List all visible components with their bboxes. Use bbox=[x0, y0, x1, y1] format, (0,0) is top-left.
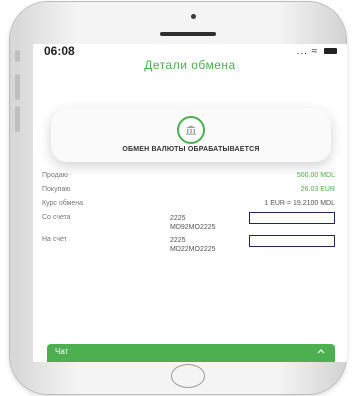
redaction-box bbox=[249, 212, 335, 224]
chat-label: Чат bbox=[55, 347, 69, 356]
buy-label: Покупаю bbox=[42, 186, 71, 193]
earpiece-speaker bbox=[160, 32, 216, 36]
detail-row-to-account: На счет 2225 MD22MO2225 bbox=[42, 235, 335, 256]
mute-switch bbox=[15, 50, 20, 62]
bank-icon bbox=[186, 125, 196, 135]
chat-bar[interactable]: Чат bbox=[47, 344, 335, 362]
status-time: 06:08 bbox=[44, 44, 75, 58]
status-card: ОБМЕН ВАЛЮТЫ ОБРАБАТЫВАЕТСЯ bbox=[51, 108, 331, 162]
sell-label: Продаю bbox=[42, 172, 68, 179]
signal-icon: ... bbox=[296, 46, 308, 57]
rate-label: Курс обмена bbox=[42, 200, 84, 207]
detail-row-from-account: Со счета 2225 MD92MO2225 bbox=[42, 212, 335, 234]
detail-row-rate: Курс обмена 1 EUR = 19.2100 MDL bbox=[42, 200, 335, 210]
redaction-box bbox=[249, 235, 335, 247]
rate-value: 1 EUR = 19.2100 MDL bbox=[264, 200, 335, 207]
page-title: Детали обмена bbox=[144, 58, 236, 72]
battery-icon bbox=[324, 48, 337, 55]
app-screen: 06:08 ... ≈ Детали обмена ОБМЕН ВАЛЮТЫ О… bbox=[33, 44, 347, 362]
status-label: ОБМЕН ВАЛЮТЫ ОБРАБАТЫВАЕТСЯ bbox=[122, 146, 260, 153]
from-account-line2: MD92MO2225 bbox=[170, 224, 216, 231]
buy-value: 26.03 EUR bbox=[300, 186, 335, 193]
wifi-icon: ≈ bbox=[311, 46, 319, 57]
volume-down-button bbox=[15, 106, 20, 132]
home-button[interactable] bbox=[171, 364, 205, 388]
from-account-label: Со счета bbox=[42, 214, 71, 221]
detail-row-buy: Покупаю 26.03 EUR bbox=[42, 186, 335, 196]
phone-frame: 06:08 ... ≈ Детали обмена ОБМЕН ВАЛЮТЫ О… bbox=[10, 2, 347, 394]
detail-row-sell: Продаю 500.00 MDL bbox=[42, 172, 335, 182]
processing-status-icon bbox=[177, 116, 205, 144]
volume-up-button bbox=[15, 74, 20, 100]
front-camera bbox=[191, 14, 196, 19]
chevron-up-icon[interactable] bbox=[317, 349, 325, 354]
sell-value: 500.00 MDL bbox=[296, 172, 335, 179]
to-account-label: На счет bbox=[42, 236, 67, 243]
status-icons: ... ≈ bbox=[297, 46, 337, 57]
